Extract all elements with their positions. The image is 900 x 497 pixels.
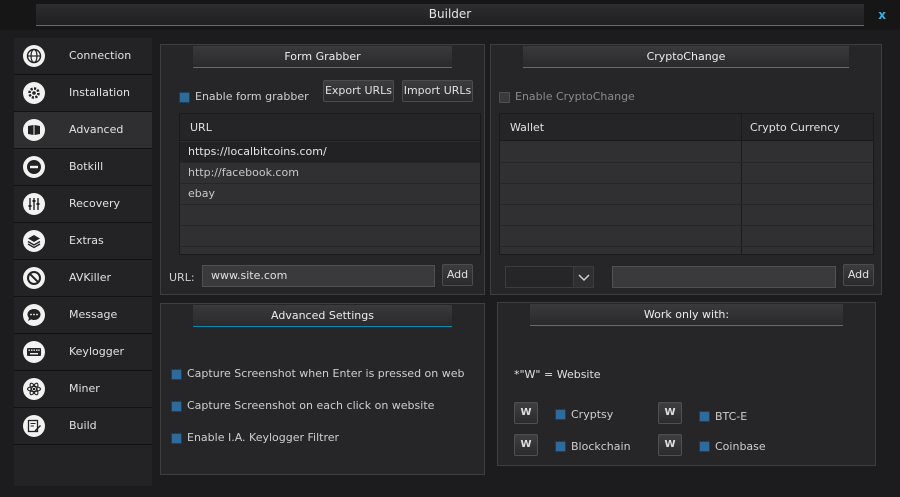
cryptochange-panel: CryptoChange Enable CryptoChange Wallet … — [490, 44, 882, 295]
export-urls-button[interactable]: Export URLs — [323, 80, 394, 102]
table-row[interactable] — [180, 205, 480, 226]
screenshot-click-checkbox[interactable] — [171, 401, 182, 412]
form-grabber-panel: Form Grabber Enable form grabber Export … — [160, 44, 485, 295]
table-row[interactable]: http://facebook.com — [180, 163, 480, 184]
sidebar-item-recovery[interactable]: Recovery — [14, 186, 152, 223]
sidebar-item-label: Installation — [69, 86, 130, 99]
sidebar-item-extras[interactable]: Extras — [14, 223, 152, 260]
sidebar-item-avkiller[interactable]: AVKiller — [14, 260, 152, 297]
coinbase-website-button[interactable]: W — [658, 434, 682, 456]
sidebar-item-message[interactable]: Message — [14, 297, 152, 334]
crypto-currency-column-header: Crypto Currency — [750, 121, 840, 134]
table-row[interactable] — [180, 226, 480, 247]
layers-icon — [23, 230, 45, 252]
coinbase-checkbox[interactable] — [699, 441, 710, 452]
globe-icon — [23, 45, 45, 67]
btce-website-button[interactable]: W — [658, 402, 682, 424]
sidebar-item-installation[interactable]: Installation — [14, 75, 152, 112]
screenshot-enter-label: Capture Screenshot when Enter is pressed… — [187, 367, 465, 380]
url-table: URL https://localbitcoins.com/ http://fa… — [179, 113, 481, 255]
sliders-icon — [23, 193, 45, 215]
table-row[interactable] — [500, 163, 873, 184]
advanced-settings-panel: Advanced Settings Capture Screenshot whe… — [160, 303, 485, 475]
add-url-button[interactable]: Add — [442, 264, 473, 286]
work-only-panel: Work only with: *"W" = Website W Cryptsy… — [497, 302, 876, 466]
screenshot-enter-checkbox[interactable] — [171, 369, 182, 380]
sidebar: Connection Installation Advanced Botkill… — [14, 38, 152, 486]
sidebar-item-label: Keylogger — [69, 345, 124, 358]
add-wallet-button[interactable]: Add — [843, 264, 874, 286]
keylogger-filter-label: Enable I.A. Keylogger Filtrer — [187, 431, 340, 444]
url-input[interactable]: www.site.com — [202, 265, 435, 287]
sidebar-item-label: AVKiller — [69, 271, 112, 284]
advanced-settings-title: Advanced Settings — [193, 305, 452, 327]
sidebar-item-miner[interactable]: Miner — [14, 371, 152, 408]
url-cell: https://localbitcoins.com/ — [188, 145, 327, 158]
sidebar-item-label: Message — [69, 308, 118, 321]
wallet-column-header: Wallet — [510, 121, 545, 134]
table-row[interactable] — [500, 226, 873, 247]
work-only-title: Work only with: — [530, 304, 843, 326]
sidebar-item-label: Connection — [69, 49, 132, 62]
import-urls-button[interactable]: Import URLs — [402, 80, 473, 102]
url-column-header: URL — [190, 121, 212, 134]
website-legend: *"W" = Website — [514, 368, 601, 381]
cryptsy-label: Cryptsy — [571, 408, 614, 421]
keyboard-icon — [23, 341, 45, 363]
screenshot-click-label: Capture Screenshot on each click on webs… — [187, 399, 435, 412]
chat-bubble-icon — [23, 304, 45, 326]
url-label: URL: — [169, 271, 195, 284]
sidebar-item-label: Recovery — [69, 197, 121, 210]
edit-icon — [23, 415, 45, 437]
url-cell: ebay — [188, 187, 216, 200]
atom-icon — [23, 378, 45, 400]
table-row[interactable]: https://localbitcoins.com/ — [180, 142, 480, 163]
btce-label: BTC-E — [715, 410, 748, 423]
close-button[interactable]: x — [878, 8, 886, 22]
wallet-input[interactable] — [612, 266, 836, 288]
window-title: Builder — [36, 4, 864, 26]
currency-select[interactable] — [505, 266, 594, 288]
sidebar-item-label: Advanced — [69, 123, 124, 136]
keylogger-filter-checkbox[interactable] — [171, 433, 182, 444]
coinbase-label: Coinbase — [715, 440, 766, 453]
url-cell: http://facebook.com — [188, 166, 299, 179]
blockchain-label: Blockchain — [571, 440, 631, 453]
enable-form-grabber-label: Enable form grabber — [195, 90, 309, 103]
cryptochange-title: CryptoChange — [523, 46, 849, 68]
table-row[interactable] — [500, 205, 873, 226]
sidebar-item-label: Extras — [69, 234, 104, 247]
enable-cryptochange-checkbox[interactable] — [499, 92, 510, 103]
book-icon — [23, 119, 45, 141]
title-bar: Builder x — [0, 0, 900, 30]
sidebar-item-keylogger[interactable]: Keylogger — [14, 334, 152, 371]
btce-checkbox[interactable] — [699, 411, 710, 422]
table-row[interactable] — [500, 142, 873, 163]
chevron-down-icon — [573, 267, 593, 287]
enable-cryptochange-label: Enable CryptoChange — [515, 90, 635, 103]
minus-circle-icon — [23, 156, 45, 178]
wallet-table-header: Wallet Crypto Currency — [500, 114, 873, 141]
sidebar-item-botkill[interactable]: Botkill — [14, 149, 152, 186]
sidebar-item-label: Botkill — [69, 160, 104, 173]
enable-form-grabber-checkbox[interactable] — [179, 92, 190, 103]
form-grabber-title: Form Grabber — [193, 46, 452, 68]
blockchain-website-button[interactable]: W — [514, 434, 538, 456]
block-icon — [23, 267, 45, 289]
cryptsy-checkbox[interactable] — [555, 409, 566, 420]
table-row[interactable]: ebay — [180, 184, 480, 205]
sidebar-item-connection[interactable]: Connection — [14, 38, 152, 75]
sidebar-item-build[interactable]: Build — [14, 408, 152, 445]
sidebar-item-label: Miner — [69, 382, 100, 395]
sidebar-item-advanced[interactable]: Advanced — [14, 112, 152, 149]
sidebar-item-label: Build — [69, 419, 97, 432]
url-table-header: URL — [180, 114, 480, 141]
blockchain-checkbox[interactable] — [555, 441, 566, 452]
gear-icon — [23, 82, 45, 104]
cryptsy-website-button[interactable]: W — [514, 402, 538, 424]
table-row[interactable] — [500, 184, 873, 205]
wallet-table: Wallet Crypto Currency — [499, 113, 874, 255]
